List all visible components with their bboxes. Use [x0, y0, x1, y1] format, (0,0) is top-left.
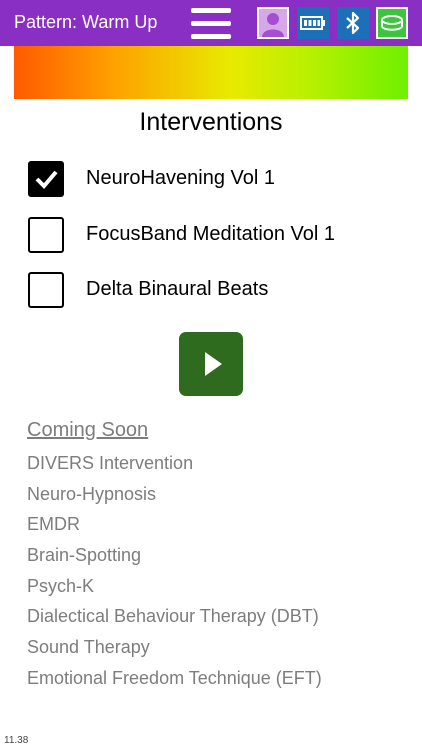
list-item: EMDR — [27, 514, 80, 535]
bluetooth-icon[interactable] — [337, 7, 369, 39]
list-item: Brain-Spotting — [27, 545, 142, 566]
battery-icon[interactable] — [297, 7, 329, 39]
play-button[interactable] — [179, 332, 243, 396]
play-icon — [205, 352, 222, 376]
intervention-label: Delta Binaural Beats — [86, 278, 269, 300]
list-item: Neuro-Hypnosis — [27, 483, 157, 504]
checkbox-unchecked[interactable] — [28, 217, 64, 253]
coming-soon-list: DIVERS Intervention Neuro-Hypnosis EMDR … — [27, 453, 322, 699]
profile-icon[interactable] — [257, 7, 289, 39]
focusband-icon[interactable] — [376, 7, 408, 39]
list-item: Dialectical Behaviour Therapy (DBT) — [27, 606, 319, 627]
list-item: DIVERS Intervention — [27, 453, 194, 473]
checkbox-unchecked[interactable] — [28, 272, 64, 308]
top-bar: Pattern: Warm Up — [0, 0, 422, 46]
menu-icon[interactable] — [191, 8, 231, 40]
list-item: Sound Therapy — [27, 637, 150, 658]
checkmark-icon — [35, 170, 58, 189]
intervention-label: NeuroHavening Vol 1 — [86, 167, 276, 189]
list-item: Emotional Freedom Technique (EFT) — [27, 667, 322, 688]
intervention-label: FocusBand Meditation Vol 1 — [86, 223, 336, 245]
timestamp: 11.38 — [4, 735, 29, 746]
coming-soon-title: Coming Soon — [27, 419, 149, 441]
pattern-title: Pattern: Warm Up — [14, 12, 158, 32]
checkbox-checked[interactable] — [28, 161, 64, 197]
list-item: Psych-K — [27, 575, 95, 596]
interventions-heading: Interventions — [139, 108, 283, 136]
signal-gradient-bar — [14, 46, 408, 99]
